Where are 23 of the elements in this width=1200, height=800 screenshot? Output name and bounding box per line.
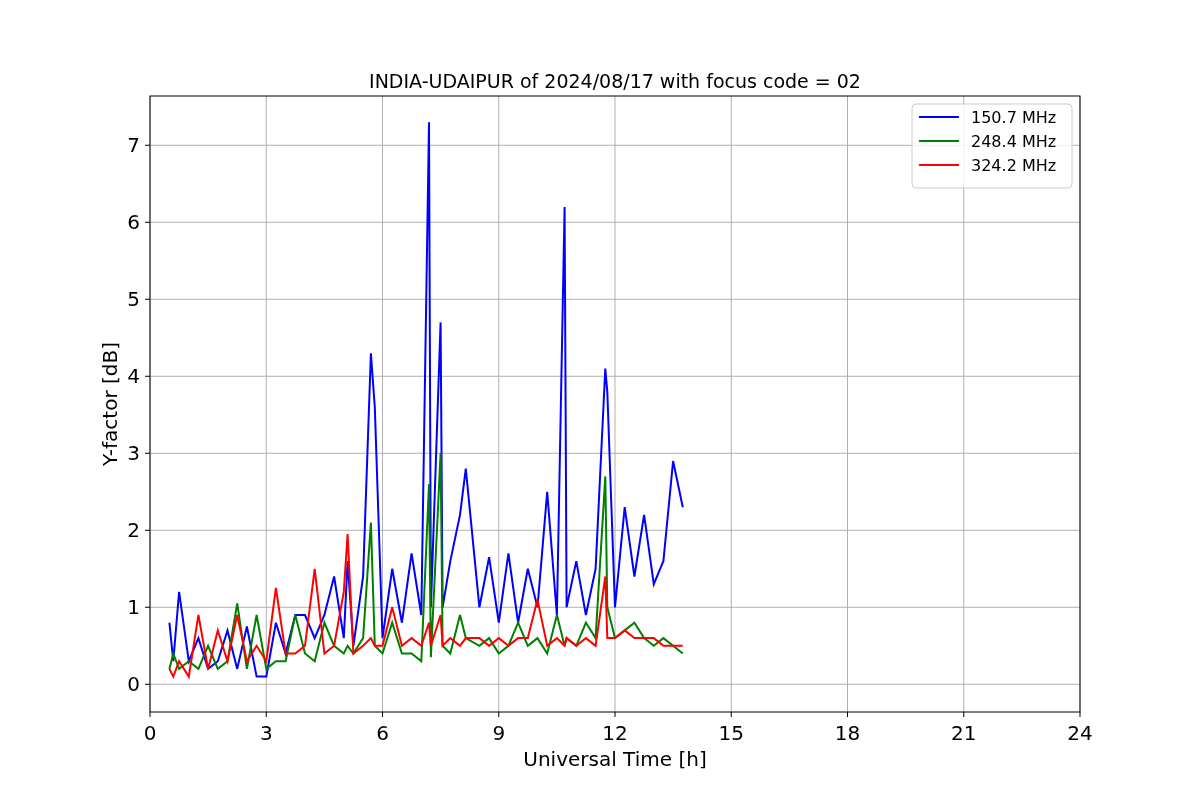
y-tick-label: 6 xyxy=(127,210,140,235)
x-tick-label: 3 xyxy=(259,721,273,745)
x-tick-label: 6 xyxy=(376,721,389,745)
x-tick-label: 0 xyxy=(143,721,157,745)
y-tick-label: 5 xyxy=(127,287,140,312)
x-tick-label: 15 xyxy=(718,721,744,745)
legend-label: 150.7 MHz xyxy=(971,108,1057,127)
x-tick-label: 9 xyxy=(492,721,506,745)
y-tick-label: 0 xyxy=(127,672,140,697)
x-tick-label: 12 xyxy=(602,721,628,745)
x-tick-label: 18 xyxy=(834,721,861,745)
legend-label: 248.4 MHz xyxy=(971,132,1057,151)
y-tick-label: 1 xyxy=(127,595,140,620)
legend-label: 324.2 MHz xyxy=(971,156,1057,175)
x-tick-label: 21 xyxy=(951,721,977,745)
y-tick-label: 2 xyxy=(127,518,140,543)
x-tick-label: 24 xyxy=(1067,721,1093,745)
y-tick-label: 7 xyxy=(127,133,140,158)
y-axis-label: Y-factor [dB] xyxy=(98,342,122,466)
y-tick-label: 4 xyxy=(127,364,140,389)
y-tick-label: 3 xyxy=(127,441,140,466)
x-axis-label: Universal Time [h] xyxy=(523,747,707,771)
chart-title: INDIA-UDAIPUR of 2024/08/17 with focus code = 02 xyxy=(369,70,861,92)
